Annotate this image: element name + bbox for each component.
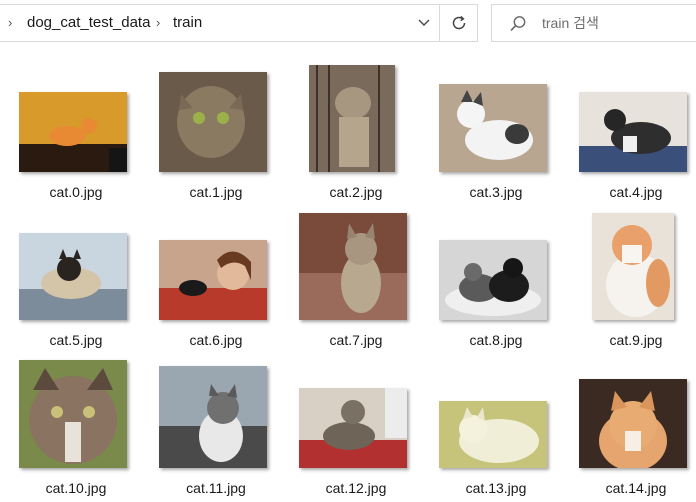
thumbnail-image	[579, 379, 687, 468]
thumbnail-image	[159, 366, 267, 468]
thumbnail-image	[19, 360, 127, 468]
search-input[interactable]: train 검색	[542, 5, 599, 41]
thumbnail-image	[309, 65, 395, 172]
file-name: cat.0.jpg	[49, 184, 103, 200]
search-icon	[508, 14, 528, 34]
file-name: cat.5.jpg	[49, 332, 103, 348]
thumbnail-image	[159, 72, 267, 172]
file-name: cat.6.jpg	[189, 332, 243, 348]
thumbnail-image	[19, 92, 127, 172]
refresh-icon[interactable]	[439, 5, 478, 41]
file-name: cat.8.jpg	[469, 332, 523, 348]
thumbnail-image	[579, 92, 687, 172]
chevron-right-icon[interactable]: ›	[156, 5, 160, 41]
file-name: cat.3.jpg	[469, 184, 523, 200]
file-name: cat.12.jpg	[325, 480, 387, 496]
thumbnail-image	[439, 84, 547, 172]
chevron-down-icon[interactable]	[410, 5, 438, 41]
breadcrumb-dog-cat-test-data[interactable]: dog_cat_test_data	[27, 5, 150, 41]
thumbnail-image	[439, 240, 547, 320]
file-name: cat.7.jpg	[329, 332, 383, 348]
thumbnail-image	[19, 233, 127, 320]
file-name: cat.1.jpg	[189, 184, 243, 200]
file-name: cat.2.jpg	[329, 184, 383, 200]
file-name: cat.4.jpg	[609, 184, 663, 200]
breadcrumb-train[interactable]: train	[173, 5, 202, 41]
search-box[interactable]: train 검색	[491, 4, 696, 42]
file-name: cat.11.jpg	[186, 480, 246, 496]
file-name: cat.13.jpg	[465, 480, 527, 496]
thumbnail-image	[439, 401, 547, 468]
address-bar[interactable]: › dog_cat_test_data › train	[0, 4, 478, 42]
chevron-right-icon[interactable]: ›	[8, 5, 12, 41]
thumbnail-image	[159, 240, 267, 320]
thumbnail-image	[299, 213, 407, 320]
file-name: cat.10.jpg	[45, 480, 107, 496]
thumbnail-image	[592, 213, 674, 320]
file-name: cat.14.jpg	[605, 480, 667, 496]
thumbnail-image	[299, 388, 407, 468]
file-name: cat.9.jpg	[609, 332, 663, 348]
